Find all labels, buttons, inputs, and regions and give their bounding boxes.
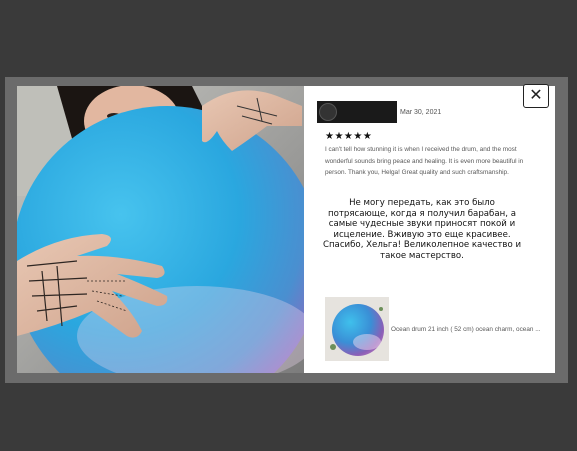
listing-thumbnail-image — [325, 297, 389, 361]
listing-thumbnail[interactable] — [325, 297, 389, 361]
review-date: Mar 30, 2021 — [400, 108, 442, 116]
reviewer: Mar 30, 2021 — [317, 101, 441, 123]
user-avatar[interactable] — [319, 103, 337, 121]
review-photo[interactable] — [17, 86, 304, 373]
rating-stars: ★★★★★ — [325, 131, 373, 142]
review-photo-image — [17, 86, 304, 373]
review-panel: Mar 30, 2021 ★★★★★ I can't tell how stun… — [304, 86, 555, 373]
review-modal-frame: Mar 30, 2021 ★★★★★ I can't tell how stun… — [5, 77, 568, 383]
review-translation: Не могу передать, как это было потрясающ… — [322, 198, 522, 261]
close-icon[interactable]: ✕ — [529, 88, 542, 104]
close-button[interactable]: ✕ — [523, 84, 549, 108]
listing-link[interactable]: Ocean drum 21 inch ( 52 cm) ocean charm,… — [325, 297, 551, 361]
reviewer-redacted — [317, 101, 397, 123]
listing-title[interactable]: Ocean drum 21 inch ( 52 cm) ocean charm,… — [391, 326, 551, 333]
review-modal: Mar 30, 2021 ★★★★★ I can't tell how stun… — [17, 86, 555, 373]
page: Mar 30, 2021 ★★★★★ I can't tell how stun… — [0, 0, 577, 451]
review-text: I can't tell how stunning it is when I r… — [325, 146, 524, 176]
